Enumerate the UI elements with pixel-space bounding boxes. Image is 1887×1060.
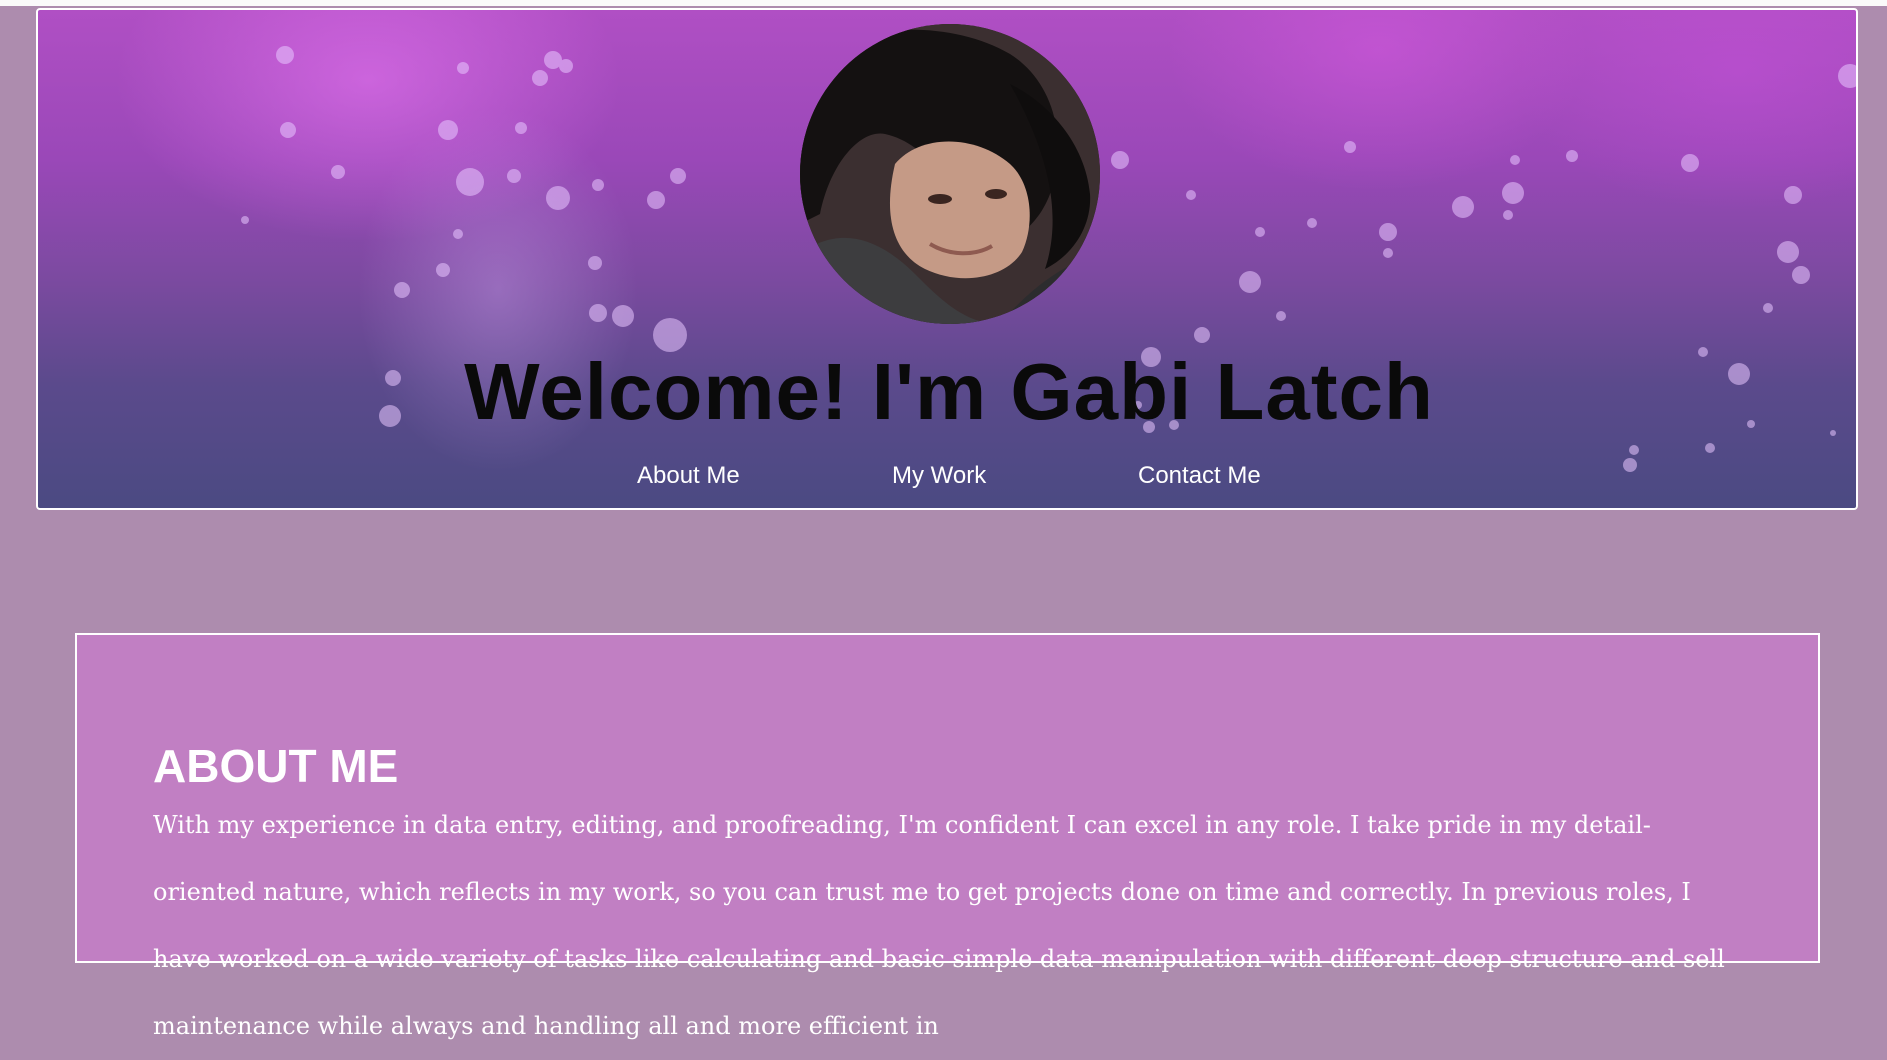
top-edge-line [0, 0, 1887, 6]
page-title: Welcome! I'm Gabi Latch [464, 347, 1434, 436]
nav-about-me[interactable]: About Me [637, 462, 740, 490]
profile-avatar [800, 24, 1100, 324]
about-heading: ABOUT ME [153, 740, 399, 792]
nav-my-work[interactable]: My Work [892, 462, 986, 490]
nav-contact-me[interactable]: Contact Me [1138, 462, 1261, 490]
hero-banner: Welcome! I'm Gabi Latch About Me My Work… [36, 8, 1858, 510]
portrait-image [800, 24, 1100, 324]
about-body-text: With my experience in data entry, editin… [153, 811, 1725, 1040]
main-nav: About Me My Work Contact Me [38, 462, 1856, 492]
about-section: ABOUT ME With my experience in data entr… [75, 633, 1820, 1040]
